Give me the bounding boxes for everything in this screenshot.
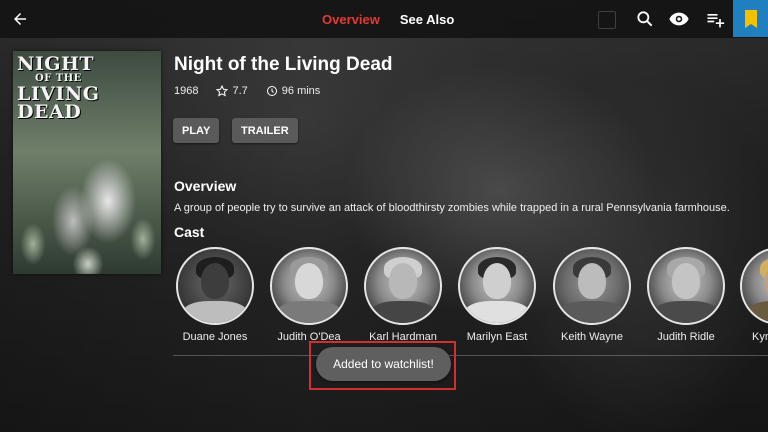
cast-member[interactable]: Judith Ridle xyxy=(646,247,726,343)
cast-member[interactable]: Kyr xyxy=(740,247,768,343)
tab-overview[interactable]: Overview xyxy=(322,12,380,27)
runtime: 96 mins xyxy=(266,85,321,97)
tab-see-also[interactable]: See Also xyxy=(400,12,454,27)
tab-bar: Overview See Also xyxy=(322,0,474,38)
movie-meta: 1968 7.7 96 mins xyxy=(174,85,338,97)
cast-name: Judith Ridle xyxy=(657,331,715,343)
search-button[interactable] xyxy=(633,7,657,31)
overview-text: A group of people try to survive an atta… xyxy=(174,202,730,214)
search-icon xyxy=(637,11,653,27)
bookmark-icon xyxy=(744,9,757,28)
arrow-back-icon xyxy=(14,13,26,25)
avatar xyxy=(647,247,725,325)
trailer-button[interactable]: TRAILER xyxy=(232,118,298,143)
toast-message: Added to watchlist! xyxy=(316,347,451,381)
divider xyxy=(173,355,768,356)
top-app-bar: Overview See Also xyxy=(0,0,768,38)
poster-title-line: DEAD xyxy=(17,101,82,123)
poster-title-line: NIGHT xyxy=(17,53,95,75)
poster-title: NIGHT OF THE LIVING DEAD xyxy=(17,53,109,123)
poster-artwork xyxy=(13,184,161,274)
watchlist-button[interactable] xyxy=(733,0,768,37)
year-text: 1968 xyxy=(174,85,199,97)
play-button[interactable]: PLAY xyxy=(173,118,220,143)
avatar xyxy=(458,247,536,325)
clock-icon xyxy=(266,86,277,96)
cast-member[interactable]: Marilyn East xyxy=(457,247,537,343)
cast-name: Duane Jones xyxy=(182,331,248,343)
back-button[interactable] xyxy=(6,5,34,33)
avatar xyxy=(176,247,254,325)
avatar xyxy=(270,247,348,325)
cast-name: Marilyn East xyxy=(466,331,528,343)
cast-heading: Cast xyxy=(174,224,205,240)
eye-icon xyxy=(669,12,689,26)
cast-member[interactable]: Duane Jones xyxy=(175,247,255,343)
avatar xyxy=(364,247,442,325)
rating: 7.7 xyxy=(216,85,248,97)
cast-member[interactable]: Keith Wayne xyxy=(552,247,632,343)
rating-text: 7.7 xyxy=(232,85,248,97)
cast-name: Kyr xyxy=(752,331,768,343)
avatar xyxy=(740,247,768,325)
cast-member[interactable]: Karl Hardman xyxy=(363,247,443,343)
star-icon xyxy=(216,85,229,97)
add-to-list-button[interactable] xyxy=(703,7,727,31)
runtime-text: 96 mins xyxy=(281,85,321,97)
overview-heading: Overview xyxy=(174,178,237,194)
watched-button[interactable] xyxy=(667,7,691,31)
cast-name: Keith Wayne xyxy=(561,331,623,343)
playlist-add-icon xyxy=(707,14,725,28)
avatar xyxy=(553,247,631,325)
movie-title: Night of the Living Dead xyxy=(174,54,393,75)
cast-member[interactable]: Judith O'Dea xyxy=(269,247,349,343)
year: 1968 xyxy=(174,85,198,97)
cast-icon[interactable] xyxy=(598,11,616,29)
movie-poster: NIGHT OF THE LIVING DEAD xyxy=(13,51,161,274)
